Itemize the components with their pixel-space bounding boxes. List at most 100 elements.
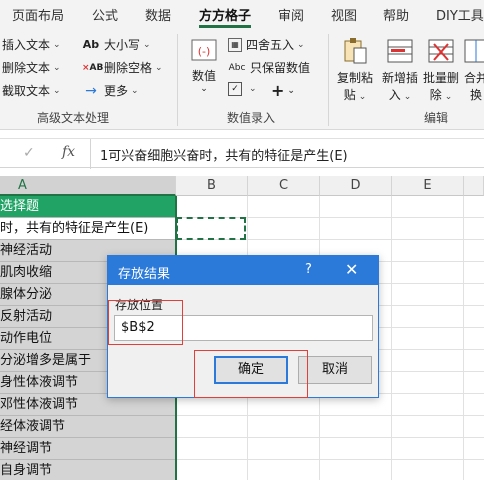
group-label-number: 数值录入	[227, 111, 276, 125]
arrow-right-icon: →	[85, 82, 97, 99]
grid-line	[176, 415, 484, 416]
column-header-c[interactable]: C	[248, 176, 320, 196]
more-button[interactable]: → 更多 ⌄	[82, 82, 139, 99]
check-icon[interactable]: ✓	[23, 145, 35, 161]
round-button[interactable]: ▦ 四舍五入 ⌄	[228, 36, 305, 53]
cell-a2[interactable]: 时，共有的特征是产生(E)	[0, 218, 176, 240]
chevron-down-icon: ⌄	[53, 62, 61, 73]
batch-delete-label-line2: 除	[429, 88, 442, 102]
formula-bar: ✓ fx 1可兴奋细胞兴奋时，共有的特征是产生(E)	[0, 138, 484, 169]
delete-spaces-button[interactable]: ×AB 删除空格 ⌄	[82, 59, 163, 76]
copy-paste-label-line1: 复制粘	[336, 71, 373, 85]
chevron-down-icon: ⌄	[143, 39, 151, 50]
change-case-label: 大小写	[104, 38, 141, 52]
delete-text-label: 删除文本	[2, 61, 51, 75]
chevron-down-icon: ⌄	[155, 62, 163, 73]
cell-a13[interactable]: 自身调节	[0, 460, 176, 480]
chevron-down-icon: ⌄	[358, 92, 367, 102]
chevron-down-icon: ⌄	[53, 39, 61, 50]
tab-fangfang-gezi[interactable]: 方方格子	[199, 5, 251, 24]
ribbon-tab-bar: 页面布局 公式 数据 方方格子 审阅 视图 帮助 DIY工具	[0, 0, 484, 28]
number-icon: (-)	[191, 39, 217, 61]
delete-text-button[interactable]: 删除文本 ⌄	[2, 59, 61, 76]
cut-text-button[interactable]: 截取文本 ⌄	[2, 82, 61, 99]
tab-formulas[interactable]: 公式	[92, 5, 118, 24]
chevron-down-icon: ⌄	[53, 85, 61, 96]
round-label: 四舍五入	[246, 38, 295, 52]
copy-paste-label-line2: 贴	[343, 88, 356, 102]
highlight-box-location	[108, 300, 183, 345]
merge-button[interactable]: 合并 换	[461, 36, 484, 103]
tab-help[interactable]: 帮助	[383, 5, 409, 24]
batch-delete-icon	[428, 39, 454, 63]
fx-icon[interactable]: fx	[62, 144, 75, 160]
cell-a11[interactable]: 经体液调节	[0, 416, 176, 438]
cell-a12[interactable]: 神经调节	[0, 438, 176, 460]
chevron-down-icon: ⌄	[287, 85, 295, 96]
column-header-e[interactable]: E	[392, 176, 464, 196]
grid-line	[176, 459, 484, 460]
chevron-down-icon: ⌄	[200, 84, 208, 94]
formula-divider	[90, 139, 91, 169]
plus-icon: +	[271, 81, 285, 100]
grid-line	[176, 437, 484, 438]
tab-diy-tools[interactable]: DIY工具	[436, 5, 484, 24]
tab-page-layout[interactable]: 页面布局	[12, 5, 64, 24]
batch-delete-button[interactable]: 批量删 除 ⌄	[421, 36, 461, 103]
ribbon: 插入文本 ⌄ 删除文本 ⌄ 截取文本 ⌄ Ab 大小写 ⌄ ×AB 删除空格 ⌄ → 更多…	[0, 28, 484, 130]
copy-marquee-b2	[176, 217, 246, 240]
column-header-b[interactable]: B	[176, 176, 248, 196]
column-header-d[interactable]: D	[320, 176, 392, 196]
cut-text-label: 截取文本	[2, 84, 51, 98]
cancel-button[interactable]: 取消	[298, 356, 372, 384]
group-label-text: 高级文本处理	[37, 111, 110, 125]
keep-values-button[interactable]: Abc 只保留数值	[228, 59, 310, 76]
chevron-down-icon: ⌄	[297, 39, 305, 50]
group-divider	[177, 34, 178, 126]
checklist-icon: ✓	[228, 82, 242, 96]
chevron-down-icon: ⌄	[131, 85, 139, 96]
grid-icon: ▦	[228, 37, 242, 52]
cell-a1[interactable]: 选择题	[0, 196, 176, 218]
svg-text:(-): (-)	[198, 45, 211, 58]
clipboard-icon	[344, 38, 367, 64]
abc-icon: Abc	[228, 62, 246, 73]
more-label: 更多	[104, 84, 129, 98]
group-divider	[328, 34, 329, 126]
formula-input[interactable]: 1可兴奋细胞兴奋时，共有的特征是产生(E)	[100, 145, 348, 164]
insert-text-button[interactable]: 插入文本 ⌄	[2, 36, 61, 53]
merge-icon	[464, 39, 484, 63]
column-header-a[interactable]: A	[0, 176, 176, 196]
delete-spaces-icon: ×AB	[82, 62, 104, 73]
batch-delete-label-line1: 批量删	[422, 71, 459, 85]
help-icon[interactable]: ?	[305, 262, 312, 277]
add-button[interactable]: + ⌄	[271, 81, 295, 100]
insert-new-label-line1: 新增插	[381, 71, 418, 85]
font-case-icon: Ab	[82, 37, 100, 51]
change-case-button[interactable]: Ab 大小写 ⌄	[82, 36, 151, 53]
delete-spaces-label: 删除空格	[104, 61, 153, 75]
chevron-down-icon: ⌄	[444, 92, 453, 102]
number-button[interactable]: (-) 数值 ⌄	[186, 36, 222, 94]
insert-rows-icon	[387, 39, 413, 63]
close-icon[interactable]: ✕	[345, 260, 358, 279]
chevron-down-icon: ⌄	[249, 84, 257, 94]
keep-values-label: 只保留数值	[250, 61, 311, 75]
dialog-title: 存放结果	[118, 267, 171, 282]
tab-data[interactable]: 数据	[145, 5, 171, 24]
fill-options-button[interactable]: ✓ ⌄	[228, 82, 257, 96]
insert-text-label: 插入文本	[2, 38, 51, 52]
insert-new-button[interactable]: 新增插 入 ⌄	[379, 36, 421, 103]
tab-view[interactable]: 视图	[331, 5, 357, 24]
highlight-box-ok	[194, 350, 308, 398]
insert-new-label-line2: 入	[388, 88, 401, 102]
merge-label-line2: 换	[469, 88, 482, 102]
group-label-edit: 编辑	[424, 111, 449, 125]
merge-label-line1: 合并	[463, 71, 484, 85]
dialog-titlebar[interactable]: 存放结果 ? ✕	[108, 256, 378, 285]
copy-paste-button[interactable]: 复制粘 贴 ⌄	[334, 36, 376, 103]
tab-review[interactable]: 审阅	[278, 5, 304, 24]
chevron-down-icon: ⌄	[403, 92, 412, 102]
number-label: 数值	[191, 69, 216, 83]
column-header-f[interactable]	[464, 176, 484, 196]
